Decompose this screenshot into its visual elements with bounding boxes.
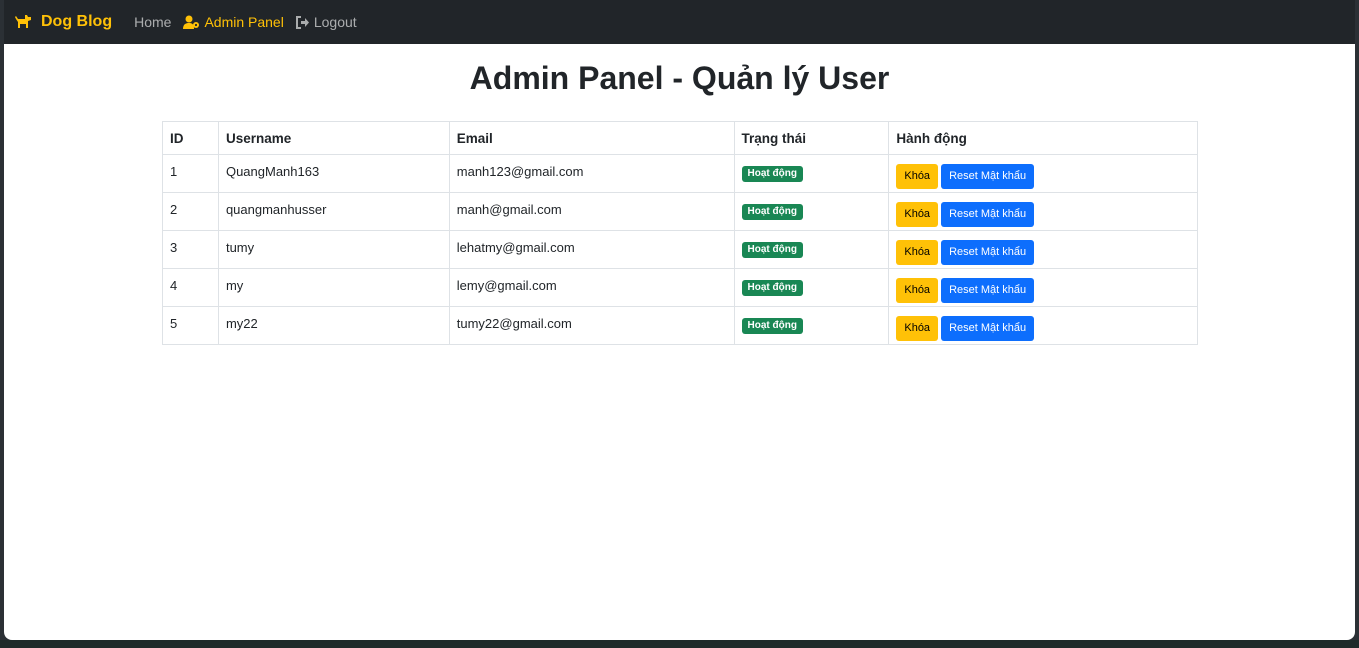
status-badge: Hoạt động bbox=[741, 242, 803, 258]
cell-actions: Khóa Reset Mật khẩu bbox=[888, 306, 1198, 345]
header-status: Trạng thái bbox=[733, 121, 890, 155]
reset-password-button[interactable]: Reset Mật khẩu bbox=[941, 202, 1035, 227]
lock-button[interactable]: Khóa bbox=[896, 240, 939, 265]
nav-admin-panel-link[interactable]: Admin Panel bbox=[183, 14, 284, 30]
page-title: Admin Panel - Quản lý User bbox=[469, 60, 890, 96]
cell-email: manh@gmail.com bbox=[448, 192, 735, 231]
reset-password-button[interactable]: Reset Mật khẩu bbox=[941, 164, 1035, 189]
reset-password-button[interactable]: Reset Mật khẩu bbox=[941, 240, 1035, 265]
table-header-row: ID Username Email Trạng thái Hành động bbox=[162, 121, 1198, 155]
navbar: Dog Blog Home Admin Panel Logout bbox=[4, 0, 1355, 44]
cell-email: manh123@gmail.com bbox=[448, 154, 735, 193]
status-badge: Hoạt động bbox=[741, 280, 803, 296]
brand-label: Dog Blog bbox=[41, 13, 113, 30]
cell-username: QuangManh163 bbox=[217, 154, 450, 193]
dog-icon bbox=[15, 15, 31, 28]
status-badge: Hoạt động bbox=[741, 166, 803, 182]
cell-actions: Khóa Reset Mật khẩu bbox=[888, 192, 1198, 231]
cell-status: Hoạt động bbox=[733, 192, 890, 231]
cell-actions: Khóa Reset Mật khẩu bbox=[888, 268, 1198, 307]
cell-actions: Khóa Reset Mật khẩu bbox=[888, 154, 1198, 193]
cell-username: my22 bbox=[217, 306, 450, 345]
table-row: 2 quangmanhusser manh@gmail.com Hoạt độn… bbox=[162, 192, 1198, 231]
status-badge: Hoạt động bbox=[741, 204, 803, 220]
cell-id: 4 bbox=[162, 268, 219, 307]
reset-password-button[interactable]: Reset Mật khẩu bbox=[941, 316, 1035, 341]
cell-email: tumy22@gmail.com bbox=[448, 306, 735, 345]
table-row: 4 my lemy@gmail.com Hoạt động Khóa Reset … bbox=[162, 268, 1198, 307]
nav-home-label: Home bbox=[134, 14, 172, 30]
nav-admin-panel-label: Admin Panel bbox=[204, 14, 284, 30]
lock-button[interactable]: Khóa bbox=[896, 164, 939, 189]
cell-id: 5 bbox=[162, 306, 219, 345]
cell-status: Hoạt động bbox=[733, 268, 890, 307]
nav-links: Home Admin Panel Logout bbox=[134, 14, 369, 30]
brand-link[interactable]: Dog Blog bbox=[14, 13, 112, 31]
cell-status: Hoạt động bbox=[733, 230, 890, 269]
user-gear-icon bbox=[183, 15, 200, 29]
cell-email: lemy@gmail.com bbox=[448, 268, 735, 307]
cell-actions: Khóa Reset Mật khẩu bbox=[888, 230, 1198, 269]
logout-icon bbox=[295, 15, 309, 29]
lock-button[interactable]: Khóa bbox=[896, 316, 939, 341]
nav-logout-link[interactable]: Logout bbox=[295, 14, 357, 30]
lock-button[interactable]: Khóa bbox=[896, 202, 939, 227]
cell-status: Hoạt động bbox=[733, 154, 890, 193]
browser-viewport: Dog Blog Home Admin Panel Logout Admin P… bbox=[4, 0, 1355, 640]
bottom-edge bbox=[0, 640, 1359, 648]
cell-id: 3 bbox=[162, 230, 219, 269]
header-email: Email bbox=[448, 121, 735, 155]
reset-password-button[interactable]: Reset Mật khẩu bbox=[941, 278, 1035, 303]
header-actions: Hành động bbox=[888, 121, 1198, 155]
table-row: 5 my22 tumy22@gmail.com Hoạt động Khóa Re… bbox=[162, 306, 1198, 345]
header-username: Username bbox=[217, 121, 450, 155]
lock-button[interactable]: Khóa bbox=[896, 278, 939, 303]
table-row: 3 tumy lehatmy@gmail.com Hoạt động Khóa R… bbox=[162, 230, 1198, 269]
nav-logout-label: Logout bbox=[313, 14, 357, 30]
nav-home-link[interactable]: Home bbox=[134, 14, 171, 30]
cell-id: 1 bbox=[162, 154, 219, 193]
table-body: 1 QuangManh163 manh123@gmail.com Hoạt độ… bbox=[162, 154, 1198, 345]
cell-username: my bbox=[217, 268, 450, 307]
cell-email: lehatmy@gmail.com bbox=[448, 230, 735, 269]
cell-status: Hoạt động bbox=[733, 306, 890, 345]
cell-username: quangmanhusser bbox=[217, 192, 450, 231]
cell-id: 2 bbox=[162, 192, 219, 231]
users-table: ID Username Email Trạng thái Hành động 1… bbox=[162, 121, 1198, 345]
table-row: 1 QuangManh163 manh123@gmail.com Hoạt độ… bbox=[162, 154, 1198, 193]
status-badge: Hoạt động bbox=[741, 318, 803, 334]
header-id: ID bbox=[162, 121, 219, 155]
cell-username: tumy bbox=[217, 230, 450, 269]
table-header: ID Username Email Trạng thái Hành động bbox=[162, 121, 1198, 155]
